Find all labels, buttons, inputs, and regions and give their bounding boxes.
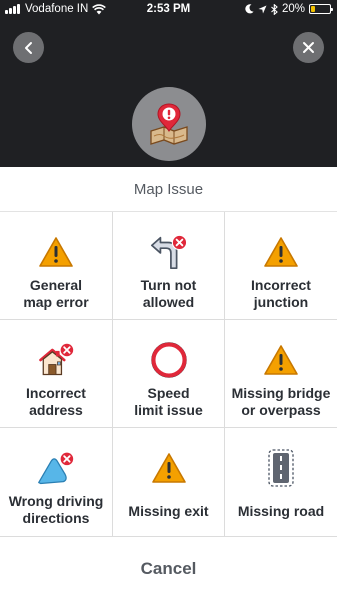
bluetooth-icon <box>271 3 278 15</box>
wrong-directions-icon <box>36 450 76 486</box>
option-label: Wrong driving directions <box>2 493 110 527</box>
back-button[interactable] <box>13 32 44 63</box>
battery-percent: 20% <box>281 3 305 15</box>
house-x-icon <box>36 342 76 378</box>
option-label-line1: Incorrect <box>251 277 311 293</box>
warning-triangle-icon <box>36 234 76 270</box>
location-arrow-icon <box>258 5 267 13</box>
option-label-line2: directions <box>22 510 90 526</box>
status-bar: Vodafone IN 2:53 PM 20% <box>0 0 337 20</box>
status-right: 20% <box>245 3 333 15</box>
option-label-line1: Wrong driving <box>8 493 104 509</box>
option-label-line1: Missing bridge <box>231 385 331 401</box>
option-label-line1: Incorrect <box>26 385 86 401</box>
option-label: Missing exit <box>128 503 209 519</box>
map-issue-sheet: Map Issue General map error Turn not all… <box>0 167 337 599</box>
turn-not-allowed-icon <box>149 234 189 270</box>
speed-limit-icon <box>149 342 189 378</box>
option-label-line2: limit issue <box>134 402 203 418</box>
cancel-button[interactable]: Cancel <box>0 537 337 599</box>
option-label-line2: address <box>29 402 83 418</box>
road-icon <box>261 449 301 487</box>
option-label: Incorrect junction <box>227 277 335 311</box>
option-missing-road[interactable]: Missing road <box>225 428 337 536</box>
option-wrong-driving-directions[interactable]: Wrong driving directions <box>0 428 113 536</box>
moon-icon <box>245 4 254 14</box>
map-issue-hero <box>132 87 206 161</box>
option-label-line2: junction <box>253 294 309 310</box>
issue-options-grid: General map error Turn not allowed Incor… <box>0 212 337 537</box>
header-backdrop: Vodafone IN 2:53 PM 20% <box>0 0 337 167</box>
option-incorrect-junction[interactable]: Incorrect junction <box>225 212 337 320</box>
option-label: Speed limit issue <box>115 385 223 419</box>
close-button[interactable] <box>293 32 324 63</box>
close-icon <box>303 42 314 53</box>
map-issue-screen: Vodafone IN 2:53 PM 20% Map Issue Genera… <box>0 0 337 599</box>
option-label-line1: Speed <box>147 385 190 401</box>
option-general-map-error[interactable]: General map error <box>0 212 113 320</box>
option-label-line2: or overpass <box>241 402 321 418</box>
chevron-left-icon <box>24 41 32 54</box>
option-label: Missing road <box>237 503 325 519</box>
warning-triangle-icon <box>149 450 189 486</box>
map-with-warning-pin-icon <box>150 103 188 145</box>
option-label-line1: General <box>29 277 83 293</box>
option-label: Turn not allowed <box>115 277 223 311</box>
option-label: Incorrect address <box>2 385 110 419</box>
option-turn-not-allowed[interactable]: Turn not allowed <box>113 212 225 320</box>
warning-triangle-icon <box>261 234 301 270</box>
option-label-line2: allowed <box>142 294 195 310</box>
option-missing-bridge[interactable]: Missing bridge or overpass <box>225 320 337 428</box>
option-label: General map error <box>2 277 110 311</box>
option-incorrect-address[interactable]: Incorrect address <box>0 320 113 428</box>
option-label-line1: Turn not <box>140 277 197 293</box>
warning-triangle-icon <box>261 342 301 378</box>
option-missing-exit[interactable]: Missing exit <box>113 428 225 536</box>
option-label: Missing bridge or overpass <box>227 385 335 419</box>
battery-icon <box>309 4 333 14</box>
sheet-title: Map Issue <box>0 167 337 212</box>
option-speed-limit-issue[interactable]: Speed limit issue <box>113 320 225 428</box>
option-label-line2: map error <box>23 294 89 310</box>
